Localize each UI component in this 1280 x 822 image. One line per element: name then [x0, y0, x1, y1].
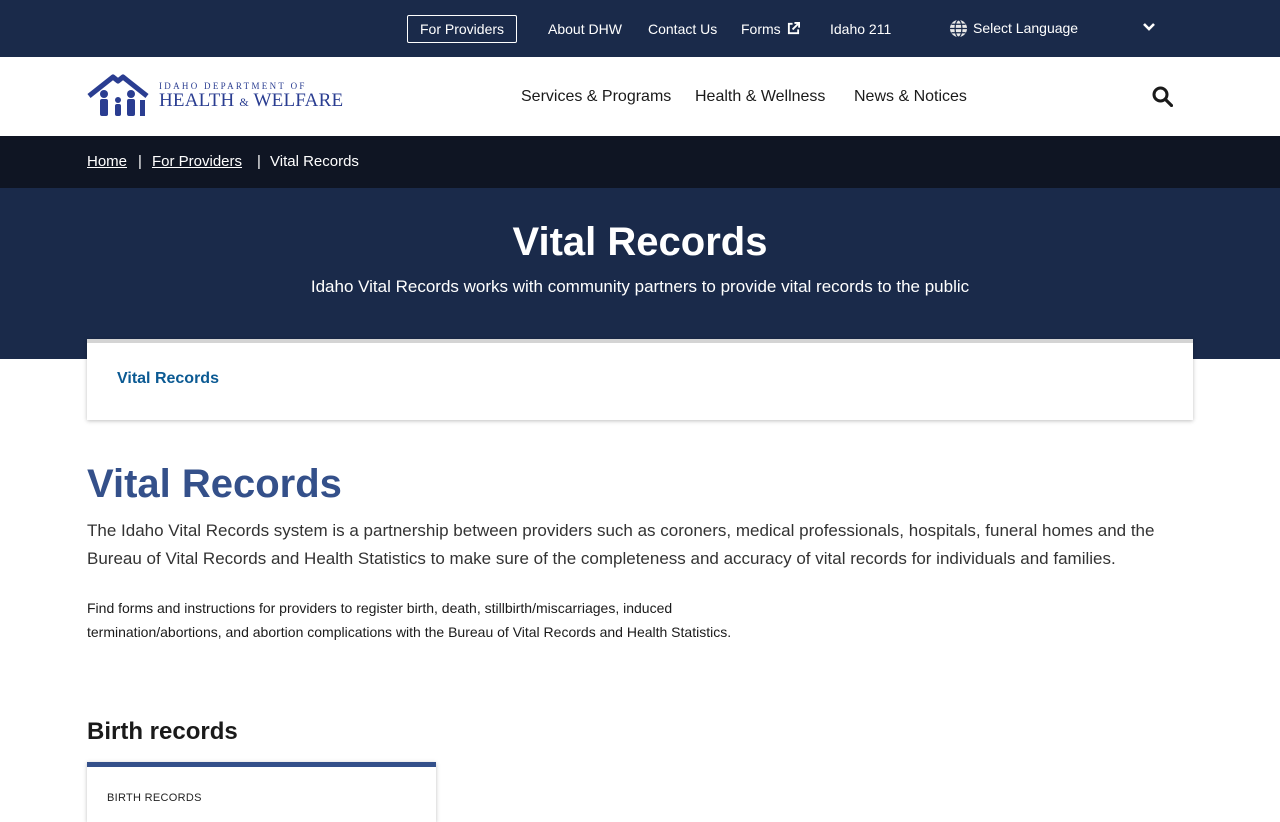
- family-house-icon: [87, 74, 149, 116]
- logo-agency-text: HEALTH & WELFARE: [159, 89, 344, 112]
- breadcrumb: Home | For Providers | Vital Records: [0, 136, 1280, 188]
- lead-paragraph: The Idaho Vital Records system is a part…: [87, 521, 1155, 568]
- external-link-icon: [787, 22, 800, 35]
- dhw-logo[interactable]: IDAHO DEPARTMENT OF HEALTH & WELFARE: [87, 74, 353, 118]
- language-selector[interactable]: Select Language: [949, 18, 1078, 38]
- section-nav-card: Vital Records: [87, 339, 1193, 420]
- logo-ampersand: &: [239, 94, 249, 109]
- logo-wordmark: IDAHO DEPARTMENT OF HEALTH & WELFARE: [159, 81, 343, 112]
- globe-icon: [949, 18, 968, 38]
- for-providers-button[interactable]: For Providers: [407, 15, 518, 43]
- page-title: Vital Records: [87, 462, 342, 506]
- nav-services-programs[interactable]: Services & Programs: [521, 88, 671, 106]
- intro-paragraph: Find forms and instructions for provider…: [87, 600, 732, 640]
- utility-bar: For Providers About DHW Contact Us Forms…: [0, 0, 1280, 57]
- language-label: Select Language: [973, 20, 1079, 36]
- forms-link-label: Forms: [741, 21, 781, 37]
- hero-title: Vital Records: [512, 220, 768, 264]
- breadcrumb-home-link[interactable]: Home: [87, 153, 127, 171]
- section-nav-vital-records-link[interactable]: Vital Records: [117, 369, 219, 389]
- site-header: IDAHO DEPARTMENT OF HEALTH & WELFARE Ser…: [0, 57, 1280, 136]
- logo-welfare-word: WELFARE: [253, 89, 344, 111]
- birth-records-heading: Birth records: [87, 718, 238, 745]
- breadcrumb-separator: |: [138, 153, 142, 170]
- nav-news-notices[interactable]: News & Notices: [854, 88, 967, 106]
- breadcrumb-separator: |: [257, 153, 261, 170]
- breadcrumb-for-providers-link[interactable]: For Providers: [152, 153, 242, 171]
- about-dhw-link[interactable]: About DHW: [548, 20, 622, 38]
- birth-records-card-label: BIRTH RECORDS: [107, 792, 202, 804]
- hero-subtitle: Idaho Vital Records works with community…: [310, 277, 970, 296]
- contact-us-link[interactable]: Contact Us: [648, 20, 717, 38]
- hero-banner: Vital Records Idaho Vital Records works …: [0, 188, 1280, 359]
- forms-link[interactable]: Forms: [741, 20, 800, 38]
- breadcrumb-current: Vital Records: [270, 153, 359, 170]
- logo-health-word: HEALTH: [159, 89, 235, 111]
- chevron-down-icon[interactable]: [1142, 22, 1156, 32]
- search-icon[interactable]: [1152, 86, 1173, 107]
- nav-health-wellness[interactable]: Health & Wellness: [695, 88, 825, 106]
- idaho-211-link[interactable]: Idaho 211: [830, 20, 891, 38]
- birth-records-card[interactable]: BIRTH RECORDS: [87, 762, 436, 822]
